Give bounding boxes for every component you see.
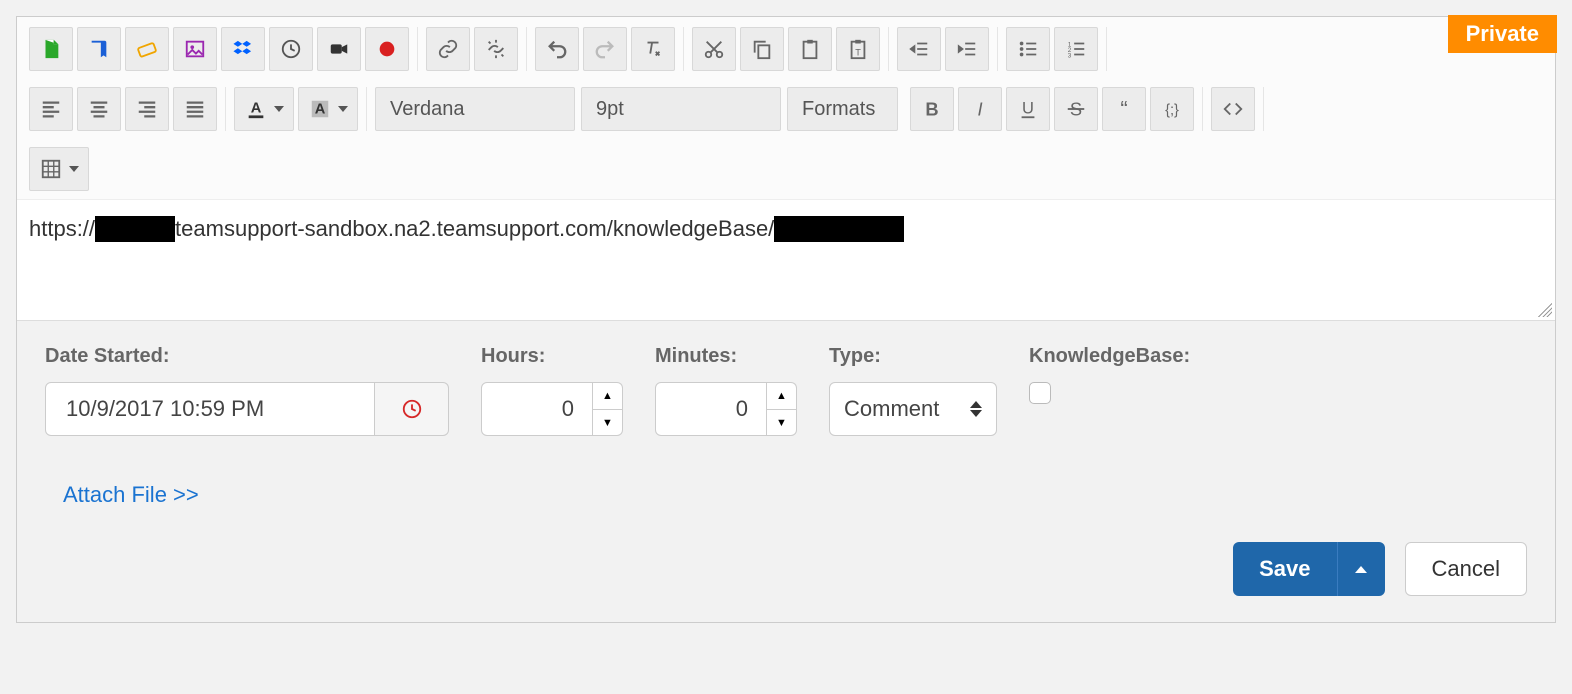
svg-text:U: U [1022, 100, 1034, 118]
meta-form: Date Started: 10/9/2017 10:59 PM Hours: … [17, 320, 1555, 622]
table-button[interactable] [29, 147, 89, 191]
svg-text:B: B [926, 98, 939, 119]
knowledgebase-checkbox[interactable] [1029, 382, 1051, 404]
formats-select[interactable]: Formats [787, 87, 898, 131]
redacted-segment-2 [774, 216, 904, 242]
editor-toolbar: T 123 A A Verdana 9pt Formats B I U [17, 17, 1555, 200]
paste-button[interactable] [788, 27, 832, 71]
redacted-segment-1 [95, 216, 175, 242]
font-family-select[interactable]: Verdana [375, 87, 575, 131]
svg-text:A: A [314, 102, 325, 118]
underline-button[interactable]: U [1006, 87, 1050, 131]
hours-input[interactable] [481, 382, 593, 436]
svg-text:I: I [978, 98, 983, 119]
quote-button[interactable]: “ [1102, 87, 1146, 131]
date-picker-button[interactable] [375, 382, 449, 436]
font-size-select[interactable]: 9pt [581, 87, 781, 131]
date-started-label: Date Started: [45, 345, 449, 368]
cancel-button[interactable]: Cancel [1405, 542, 1527, 596]
italic-button[interactable]: I [958, 87, 1002, 131]
bg-color-button[interactable]: A [298, 87, 358, 131]
knowledgebase-field: KnowledgeBase: [1029, 345, 1190, 404]
select-arrows-icon [970, 401, 982, 417]
svg-text:A: A [250, 101, 261, 117]
knowledgebase-label: KnowledgeBase: [1029, 345, 1190, 368]
type-select[interactable]: Comment [829, 382, 997, 436]
outdent-button[interactable] [897, 27, 941, 71]
content-url-line: https:// teamsupport-sandbox.na2.teamsupp… [29, 216, 1543, 242]
clock-icon [401, 398, 423, 420]
clock-button[interactable] [269, 27, 313, 71]
svg-text:3: 3 [1068, 52, 1072, 59]
dropbox-button[interactable] [221, 27, 265, 71]
code-block-button[interactable]: {;} [1150, 87, 1194, 131]
align-left-button[interactable] [29, 87, 73, 131]
url-prefix: https:// [29, 216, 95, 242]
minutes-decrement[interactable]: ▼ [767, 409, 797, 436]
record-button[interactable] [365, 27, 409, 71]
url-mid: teamsupport-sandbox.na2.teamsupport.com/… [175, 216, 774, 242]
caret-up-icon [1355, 566, 1367, 573]
date-started-field: Date Started: 10/9/2017 10:59 PM [45, 345, 449, 436]
undo-button[interactable] [535, 27, 579, 71]
new-file-button[interactable] [29, 27, 73, 71]
hours-field: Hours: ▲ ▼ [481, 345, 623, 436]
minutes-increment[interactable]: ▲ [767, 382, 797, 409]
clear-format-button[interactable] [631, 27, 675, 71]
type-field: Type: Comment [829, 345, 997, 436]
private-badge: Private [1448, 15, 1557, 53]
svg-text:{;}: {;} [1165, 103, 1179, 119]
redo-button[interactable] [583, 27, 627, 71]
resize-handle[interactable] [1538, 303, 1552, 317]
align-center-button[interactable] [77, 87, 121, 131]
save-dropdown-button[interactable] [1337, 542, 1385, 596]
svg-text:T: T [855, 47, 861, 57]
text-color-button[interactable]: A [234, 87, 294, 131]
paste-text-button[interactable]: T [836, 27, 880, 71]
hours-decrement[interactable]: ▼ [593, 409, 623, 436]
indent-button[interactable] [945, 27, 989, 71]
bullet-list-button[interactable] [1006, 27, 1050, 71]
strikethrough-button[interactable]: S [1054, 87, 1098, 131]
book-button[interactable] [77, 27, 121, 71]
align-justify-button[interactable] [173, 87, 217, 131]
minutes-label: Minutes: [655, 345, 797, 368]
minutes-field: Minutes: ▲ ▼ [655, 345, 797, 436]
type-label: Type: [829, 345, 997, 368]
video-button[interactable] [317, 27, 361, 71]
number-list-button[interactable]: 123 [1054, 27, 1098, 71]
source-code-button[interactable] [1211, 87, 1255, 131]
cut-button[interactable] [692, 27, 736, 71]
bold-button[interactable]: B [910, 87, 954, 131]
link-button[interactable] [426, 27, 470, 71]
editor-content[interactable]: https:// teamsupport-sandbox.na2.teamsupp… [17, 200, 1555, 320]
unlink-button[interactable] [474, 27, 518, 71]
svg-text:“: “ [1121, 98, 1128, 120]
editor-panel: Private T [16, 16, 1556, 623]
align-right-button[interactable] [125, 87, 169, 131]
save-button[interactable]: Save [1233, 542, 1336, 596]
copy-button[interactable] [740, 27, 784, 71]
hours-label: Hours: [481, 345, 623, 368]
minutes-input[interactable] [655, 382, 767, 436]
hours-increment[interactable]: ▲ [593, 382, 623, 409]
ticket-button[interactable] [125, 27, 169, 71]
date-started-input[interactable]: 10/9/2017 10:59 PM [45, 382, 375, 436]
attach-file-link[interactable]: Attach File >> [45, 482, 1527, 508]
image-button[interactable] [173, 27, 217, 71]
